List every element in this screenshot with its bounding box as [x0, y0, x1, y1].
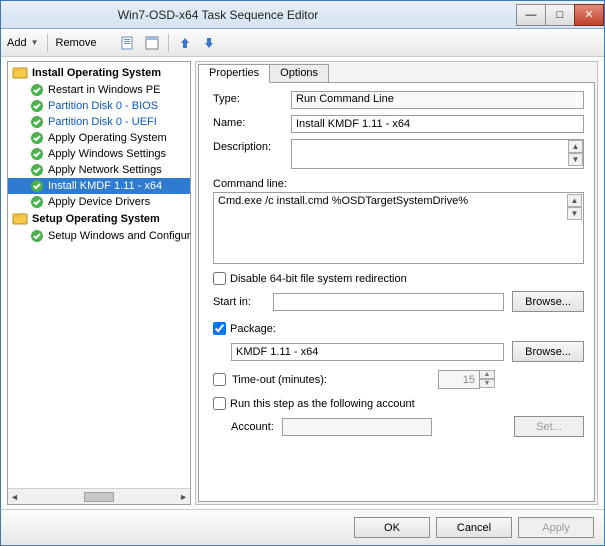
check-icon [30, 131, 44, 145]
command-line-label: Command line: [213, 178, 584, 190]
runas-checkbox[interactable] [213, 397, 226, 410]
main-split: Install Operating System Restart in Wind… [1, 57, 604, 509]
command-line-text: Cmd.exe /c install.cmd %OSDTargetSystemD… [218, 195, 468, 207]
account-label: Account: [231, 421, 274, 433]
check-icon [30, 229, 44, 243]
check-icon [30, 147, 44, 161]
name-label: Name: [213, 115, 291, 129]
tree-item-setup-windows[interactable]: Setup Windows and Configuration [8, 228, 190, 244]
window-title: Win7-OSD-x64 Task Sequence Editor [0, 8, 517, 22]
disable-64bit-label: Disable 64-bit file system redirection [230, 273, 407, 285]
startin-browse-button[interactable]: Browse... [512, 291, 584, 312]
dialog-footer: OK Cancel Apply [1, 509, 604, 545]
check-icon [30, 179, 44, 193]
timeout-input[interactable] [438, 370, 480, 389]
tree-item-install-kmdf[interactable]: Install KMDF 1.11 - x64 [8, 178, 190, 194]
add-label: Add [7, 37, 27, 49]
scroll-right-icon[interactable]: ► [179, 492, 188, 502]
description-label: Description: [213, 139, 291, 153]
startin-input[interactable] [273, 293, 504, 311]
scroll-thumb[interactable] [84, 492, 114, 502]
window-buttons: — □ ✕ [517, 4, 604, 26]
move-down-icon[interactable] [201, 35, 217, 51]
chevron-down-icon[interactable]: ▼ [480, 379, 495, 388]
tree-item-restart-pe[interactable]: Restart in Windows PE [8, 82, 190, 98]
task-tree[interactable]: Install Operating System Restart in Wind… [8, 62, 190, 488]
type-value: Run Command Line [291, 91, 584, 109]
apply-button: Apply [518, 517, 594, 538]
check-icon [30, 99, 44, 113]
command-line-input[interactable]: Cmd.exe /c install.cmd %OSDTargetSystemD… [213, 192, 584, 264]
description-input[interactable] [291, 139, 584, 169]
disable-64bit-checkbox[interactable] [213, 272, 226, 285]
tree-item-label: Apply Device Drivers [48, 196, 150, 208]
check-icon [30, 195, 44, 209]
timeout-checkbox[interactable] [213, 373, 226, 386]
tree-item-label: Setup Windows and Configuration [48, 230, 190, 242]
properties-icon[interactable] [144, 35, 160, 51]
tree-group-label: Install Operating System [32, 67, 161, 79]
cmd-spin-icons: ▲▼ [567, 194, 582, 220]
tree-item-apply-drivers[interactable]: Apply Device Drivers [8, 194, 190, 210]
maximize-button[interactable]: □ [545, 4, 575, 26]
group-icon [12, 65, 28, 81]
tree-group-label: Setup Operating System [32, 213, 160, 225]
remove-label: Remove [56, 37, 97, 49]
properties-tab-body: Type: Run Command Line Name: Description… [198, 82, 595, 502]
tab-options[interactable]: Options [269, 64, 329, 83]
type-label: Type: [213, 91, 291, 105]
ok-button[interactable]: OK [354, 517, 430, 538]
tree-item-partition-uefi[interactable]: Partition Disk 0 - UEFI [8, 114, 190, 130]
set-account-button: Set... [514, 416, 584, 437]
package-browse-button[interactable]: Browse... [512, 341, 584, 362]
tree-item-label: Partition Disk 0 - BIOS [48, 100, 158, 112]
tree-item-label: Apply Operating System [48, 132, 167, 144]
tab-properties[interactable]: Properties [198, 64, 270, 83]
close-button[interactable]: ✕ [574, 4, 604, 26]
runas-label: Run this step as the following account [230, 398, 415, 410]
tree-item-label: Restart in Windows PE [48, 84, 160, 96]
tree-item-apply-net-settings[interactable]: Apply Network Settings [8, 162, 190, 178]
task-tree-panel: Install Operating System Restart in Wind… [7, 61, 191, 505]
tree-item-label: Apply Network Settings [48, 164, 162, 176]
tree-item-label: Partition Disk 0 - UEFI [48, 116, 157, 128]
package-label: Package: [230, 323, 276, 335]
package-checkbox[interactable] [213, 322, 226, 335]
tree-item-partition-bios[interactable]: Partition Disk 0 - BIOS [8, 98, 190, 114]
new-step-icon[interactable] [120, 35, 136, 51]
name-input[interactable] [291, 115, 584, 133]
chevron-up-icon[interactable]: ▲ [480, 370, 495, 379]
tree-item-apply-os[interactable]: Apply Operating System [8, 130, 190, 146]
check-icon [30, 115, 44, 129]
check-icon [30, 83, 44, 97]
scroll-left-icon[interactable]: ◄ [10, 492, 19, 502]
chevron-down-icon: ▼ [31, 38, 39, 47]
tree-group-install[interactable]: Install Operating System [8, 64, 190, 82]
remove-button[interactable]: Remove [56, 37, 97, 49]
move-up-icon[interactable] [177, 35, 193, 51]
tree-group-setup[interactable]: Setup Operating System [8, 210, 190, 228]
add-menu[interactable]: Add ▼ [7, 37, 39, 49]
toolbar-separator-2 [168, 34, 169, 52]
timeout-stepper[interactable]: ▲▼ [438, 370, 495, 389]
tree-item-label: Apply Windows Settings [48, 148, 166, 160]
package-input[interactable] [231, 343, 504, 361]
tree-item-apply-win-settings[interactable]: Apply Windows Settings [8, 146, 190, 162]
properties-panel: Properties Options Type: Run Command Lin… [195, 61, 598, 505]
minimize-button[interactable]: — [516, 4, 546, 26]
tree-horizontal-scrollbar[interactable]: ◄ ► [8, 488, 190, 504]
desc-spin-icons: ▲▼ [568, 140, 583, 166]
timeout-label: Time-out (minutes): [232, 374, 432, 386]
account-input [282, 418, 432, 436]
check-icon [30, 163, 44, 177]
startin-label: Start in: [213, 296, 265, 308]
tree-item-label: Install KMDF 1.11 - x64 [48, 180, 162, 192]
titlebar: Win7-OSD-x64 Task Sequence Editor — □ ✕ [1, 1, 604, 29]
cancel-button[interactable]: Cancel [436, 517, 512, 538]
tab-strip: Properties Options [196, 62, 597, 83]
group-icon [12, 211, 28, 227]
toolbar: Add ▼ Remove [1, 29, 604, 57]
toolbar-separator [47, 34, 48, 52]
